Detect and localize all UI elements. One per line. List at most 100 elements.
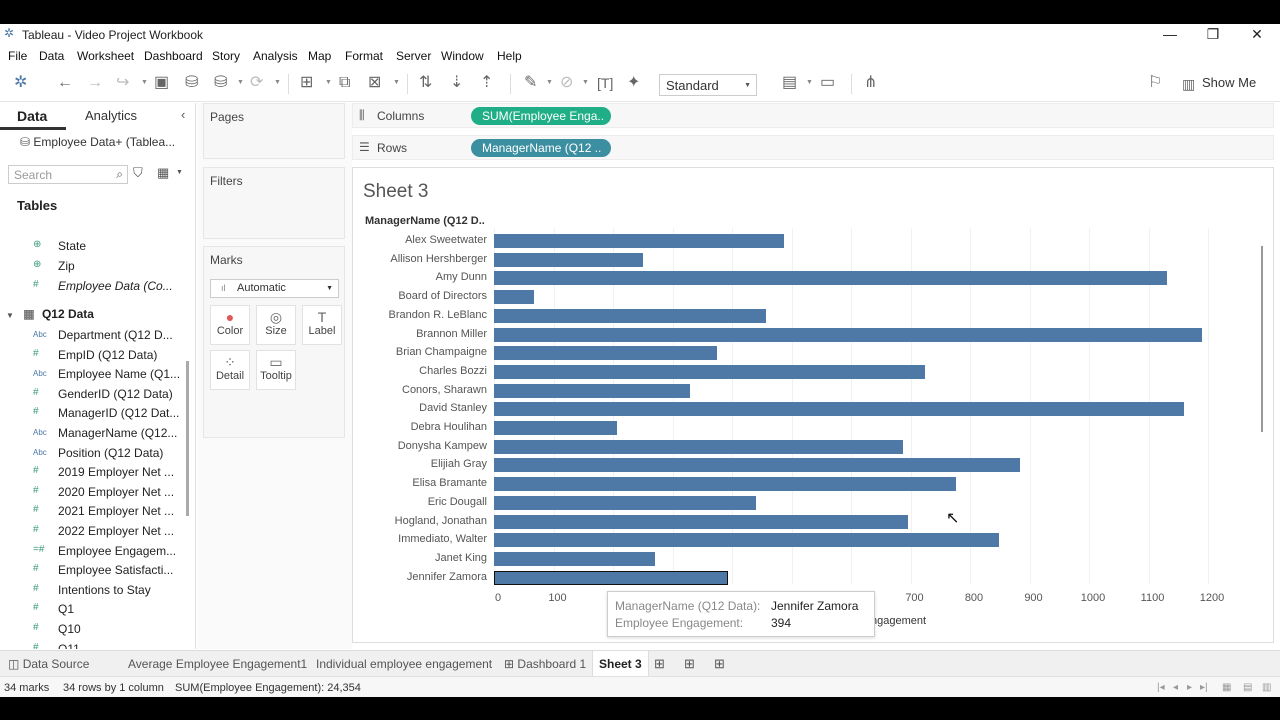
bar-mark[interactable] [494,383,691,398]
fix-axes-icon[interactable]: ✦ [627,74,640,92]
new-worksheet-icon[interactable]: ⊞ [300,74,313,92]
field-item[interactable]: #2019 Employer Net ... [0,463,178,482]
pause-updates-icon[interactable]: ⛁ [214,74,227,92]
row-label[interactable]: Donysha Kampew [398,440,487,452]
clear-dropdown-icon[interactable]: ▼ [393,79,400,86]
detail-button[interactable]: ⁘ Detail [210,350,250,390]
menu-file[interactable]: File [8,49,27,63]
row-label[interactable]: Jennifer Zamora [407,571,487,583]
tab-data-source[interactable]: ◫ Data Source [2,651,95,677]
presentation-mode-icon[interactable]: ▭ [820,74,835,92]
data-source-item[interactable]: ⛁ Employee Data+ (Tablea... [20,135,175,149]
duplicate-sheet-icon[interactable]: ⧉ [339,74,350,92]
bar-mark[interactable] [494,495,757,510]
last-page-icon[interactable]: ▸| [1200,682,1208,693]
field-item[interactable]: #2021 Employer Net ... [0,502,178,521]
refresh-dropdown-icon[interactable]: ▼ [274,79,281,86]
pause-dropdown-icon[interactable]: ▼ [237,79,244,86]
redo-icon[interactable]: → [87,74,103,92]
row-header[interactable]: ManagerName (Q12 D.. [365,215,485,227]
undo-icon[interactable]: ← [57,74,73,92]
view-options-icon[interactable]: ▦ [157,165,169,181]
filter-icon[interactable]: ⛉ [133,165,143,181]
field-item[interactable]: ⊕ State [0,237,178,256]
bar-mark[interactable] [494,514,909,529]
field-item[interactable]: # Employee Data (Co... [0,277,178,296]
replay-dropdown-icon[interactable]: ▼ [141,79,148,86]
field-item[interactable]: Abc Employee Name (Q1... [0,365,180,384]
fit-select[interactable]: Standard ▼ [659,74,757,96]
tab-individual-employee-engagement[interactable]: Individual employee engagement [310,651,498,677]
field-item[interactable]: # EmpID (Q12 Data) [0,346,178,365]
group-members-icon[interactable]: ⊘ [560,74,573,92]
row-label[interactable]: Elisa Bramante [412,477,487,489]
new-worksheet-dropdown-icon[interactable]: ▼ [325,79,332,86]
row-label[interactable]: Hogland, Jonathan [395,515,487,527]
row-label[interactable]: Charles Bozzi [419,365,487,377]
restore-button[interactable]: ❐ [1193,24,1233,46]
row-label[interactable]: David Stanley [419,402,487,414]
view-options-dropdown-icon[interactable]: ▼ [176,169,183,176]
row-label[interactable]: Eric Dougall [428,496,487,508]
field-item[interactable]: # Employee Satisfacti... [0,561,178,580]
next-page-icon[interactable]: ▸ [1187,682,1192,693]
replay-icon[interactable]: ↪ [116,74,129,92]
show-labels-icon[interactable]: [T] [597,74,613,92]
new-data-source-icon[interactable]: ⛁ [185,74,198,92]
share-icon[interactable]: ⋔ [864,74,877,92]
menu-window[interactable]: Window [441,49,484,63]
filters-card[interactable]: Filters [203,167,345,239]
field-item[interactable]: =# Employee Engagem... [0,542,178,561]
first-page-icon[interactable]: |◂ [1157,682,1165,693]
row-label[interactable]: Brannon Miller [416,328,487,340]
bar-mark[interactable] [494,458,1020,473]
bar-mark[interactable] [494,402,1185,417]
bar-mark[interactable] [494,252,644,267]
row-label[interactable]: Immediato, Walter [398,533,487,545]
columns-pill[interactable]: SUM(Employee Enga.. [471,107,611,125]
filmstrip-view-icon[interactable]: ▤ [1243,682,1252,693]
row-label[interactable]: Alex Sweetwater [405,234,487,246]
menu-server[interactable]: Server [396,49,431,63]
field-item[interactable]: Abc Position (Q12 Data) [0,444,178,463]
field-item[interactable]: # GenderID (Q12 Data) [0,385,178,404]
bar-mark[interactable] [494,346,718,361]
highlight-icon[interactable]: ✎ [524,74,537,92]
bar-mark[interactable] [494,364,925,379]
refresh-icon[interactable]: ⟳ [250,74,263,92]
new-worksheet-tab-icon[interactable]: ⊞ [654,656,665,672]
bar-mark[interactable] [494,327,1203,342]
bar-mark[interactable] [494,439,904,454]
menu-analysis[interactable]: Analysis [253,49,298,63]
view-scrollbar[interactable] [1261,246,1263,432]
field-item[interactable]: Abc ManagerName (Q12... [0,424,178,443]
tab-dashboard-1[interactable]: ⊞ Dashboard 1 [498,651,592,677]
field-item[interactable]: Abc Department (Q12 D... [0,326,178,345]
search-input[interactable]: Search ⌕ [8,165,128,184]
row-label[interactable]: Conors, Sharawn [402,384,487,396]
bar-mark[interactable] [494,533,999,548]
field-item[interactable]: #2020 Employer Net ... [0,483,178,502]
row-label[interactable]: Debra Houlihan [411,421,487,433]
menu-map[interactable]: Map [308,49,331,63]
menu-help[interactable]: Help [497,49,522,63]
row-label[interactable]: Janet King [435,552,487,564]
field-item[interactable]: #2022 Employer Net ... [0,522,178,541]
label-button[interactable]: T Label [302,305,342,345]
show-cards-icon[interactable]: ▤ [782,74,797,92]
group-dropdown-icon[interactable]: ▼ [582,79,589,86]
tab-sheet-3[interactable]: Sheet 3 [592,651,649,677]
tab-analytics[interactable]: Analytics [85,108,137,123]
data-pane-scrollbar[interactable] [186,361,189,516]
new-dashboard-tab-icon[interactable]: ⊞ [684,656,695,672]
sort-descending-icon[interactable]: ⇡ [480,74,493,92]
pages-card[interactable]: Pages [203,103,345,159]
show-me-button[interactable]: Show Me [1202,75,1256,90]
show-me-icon[interactable]: ▥ [1182,75,1195,93]
sort-ascending-icon[interactable]: ⇣ [450,74,463,92]
bar-mark[interactable] [494,290,535,305]
highlight-dropdown-icon[interactable]: ▼ [546,79,553,86]
menu-format[interactable]: Format [345,49,383,63]
bar-mark[interactable] [494,551,656,566]
tooltip-button[interactable]: ▭ Tooltip [256,350,296,390]
